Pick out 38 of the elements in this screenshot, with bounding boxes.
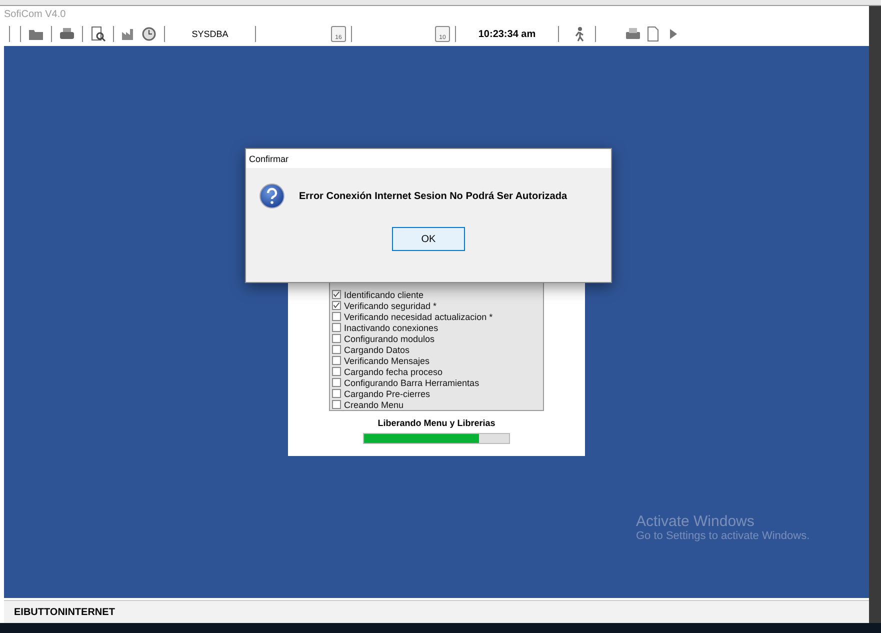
step-label: Creando Menu — [344, 400, 404, 410]
ok-button[interactable]: OK — [392, 227, 465, 251]
checkbox[interactable] — [332, 367, 341, 376]
window-title: SofiCom V4.0 — [4, 8, 67, 22]
checkbox[interactable] — [332, 378, 341, 387]
checkbox[interactable] — [332, 323, 341, 332]
step-label: Configurando modulos — [344, 334, 435, 344]
printer-icon[interactable] — [59, 26, 75, 42]
checkbox[interactable] — [332, 345, 341, 354]
step-label: Verificando necesidad actualizacion * — [344, 312, 493, 322]
dialog-title: Confirmar — [246, 149, 611, 168]
checkbox[interactable] — [332, 290, 341, 299]
step-label: Verificando seguridad * — [344, 300, 437, 310]
checkbox[interactable] — [332, 312, 341, 321]
step-label: Cargando fecha proceso — [344, 366, 443, 376]
question-icon — [259, 183, 285, 209]
dialog-message: Error Conexión Internet Sesion No Podrá Ser Autorizada — [299, 190, 568, 202]
checkbox[interactable] — [332, 301, 341, 310]
step-label: Cargando Datos — [344, 344, 410, 354]
user-name: SYSDBA — [190, 29, 230, 39]
checkbox[interactable] — [332, 389, 341, 398]
step-label: Configurando Barra Herramientas — [344, 378, 480, 388]
step-label: Verificando Mensajes — [344, 356, 430, 366]
activation-message: Go to Settings to activate Windows. — [636, 530, 810, 542]
checkbox[interactable] — [332, 400, 341, 409]
checkbox[interactable] — [332, 356, 341, 365]
step-label: Inactivando conexiones — [344, 322, 438, 332]
checkbox[interactable] — [332, 334, 341, 343]
printer-icon[interactable] — [625, 26, 641, 42]
clock-icon[interactable] — [141, 26, 157, 42]
document-search-icon[interactable] — [90, 26, 106, 42]
page-icon[interactable] — [645, 26, 661, 42]
step-label: Identificando cliente — [344, 290, 424, 300]
clock-time: 10:23:34 am — [477, 28, 537, 40]
status-bar: EIBUTTONINTERNET — [4, 600, 869, 623]
progress-label: Liberando Menu y Librerias — [378, 418, 496, 428]
activation-title: Activate Windows — [636, 513, 756, 530]
step-label: Cargando Pre-cierres — [344, 388, 430, 398]
